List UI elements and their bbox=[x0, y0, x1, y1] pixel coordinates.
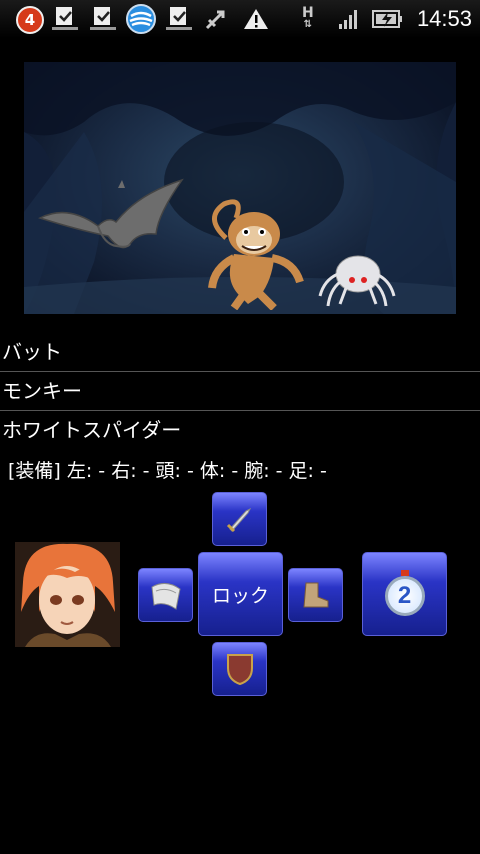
enemy-list-item[interactable]: バット bbox=[0, 333, 480, 372]
download-complete-icon bbox=[164, 4, 194, 34]
equip-foot-button[interactable] bbox=[288, 568, 343, 622]
turn-count: 2 bbox=[384, 576, 425, 616]
enemy-sprite-monkey[interactable] bbox=[204, 198, 314, 310]
notification-count-badge[interactable]: 4 bbox=[16, 6, 44, 34]
lock-target-label: ロック bbox=[211, 584, 269, 607]
signal-strength-icon bbox=[338, 4, 360, 34]
arm-guard-icon bbox=[150, 583, 181, 610]
enemy-sprite-white-spider[interactable] bbox=[318, 250, 396, 310]
battery-charging-icon bbox=[372, 4, 404, 34]
sword-icon bbox=[226, 507, 251, 533]
shield-icon bbox=[226, 654, 253, 686]
status-bar: 4 H ⇅ 14:53 bbox=[0, 0, 480, 38]
enemy-list-item[interactable]: モンキー bbox=[0, 372, 480, 411]
browser-app-icon bbox=[125, 4, 157, 34]
enemy-sprite-bat[interactable] bbox=[38, 174, 184, 260]
battle-scene bbox=[24, 62, 456, 314]
warning-icon bbox=[243, 4, 269, 34]
network-type-icon: H ⇅ bbox=[302, 5, 314, 30]
turn-counter-button[interactable]: 2 bbox=[362, 552, 447, 636]
lock-target-button[interactable]: ロック bbox=[198, 552, 283, 636]
equip-shield-button[interactable] bbox=[212, 642, 267, 696]
usb-debug-icon bbox=[203, 4, 229, 34]
stopwatch-icon: 2 bbox=[383, 570, 427, 618]
hero-portrait bbox=[15, 542, 120, 647]
clock: 14:53 bbox=[416, 6, 472, 31]
equip-arm-button[interactable] bbox=[138, 568, 193, 622]
enemy-list-item[interactable]: ホワイトスパイダー bbox=[0, 411, 480, 449]
download-complete-icon bbox=[50, 4, 80, 34]
enemy-list: バット モンキー ホワイトスパイダー bbox=[0, 333, 480, 449]
equip-weapon-button[interactable] bbox=[212, 492, 267, 546]
boot-icon bbox=[302, 582, 328, 608]
equipment-status: [装備] 左: - 右: - 頭: - 体: - 腕: - 足: - bbox=[8, 460, 327, 482]
download-complete-icon bbox=[88, 4, 118, 34]
